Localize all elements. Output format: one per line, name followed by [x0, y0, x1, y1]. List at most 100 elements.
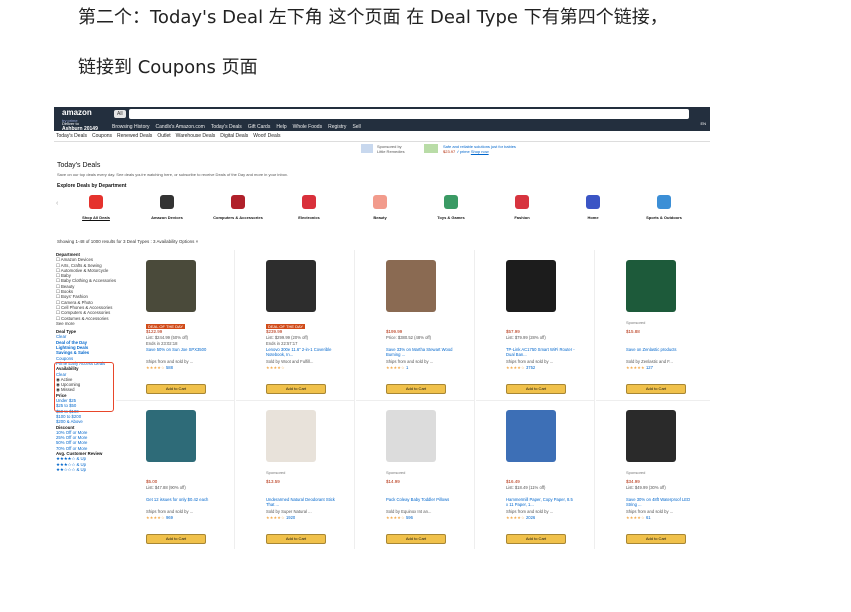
- product-title[interactable]: Save 33% on Martha Stewart Wood Burning …: [386, 347, 456, 357]
- department-icon: [657, 195, 671, 209]
- product-image[interactable]: [266, 410, 316, 462]
- department-tile[interactable]: Computers & Accessories: [208, 193, 268, 220]
- add-to-cart-button[interactable]: Add to Cart: [266, 534, 326, 544]
- review-count[interactable]: 2026: [526, 515, 535, 520]
- nav-link[interactable]: Browsing History: [112, 124, 150, 130]
- sponsored-banner[interactable]: Sponsored by Little Remedies Safe and rel…: [54, 142, 710, 156]
- product-image[interactable]: [266, 260, 316, 312]
- product-image[interactable]: [146, 410, 196, 462]
- product-image[interactable]: [506, 260, 556, 312]
- list-price: List: $79.99 (28% off): [506, 335, 546, 340]
- department-label: Home: [587, 215, 599, 220]
- rating-stars: ★★★★☆ 61: [626, 515, 651, 520]
- review-count[interactable]: 127: [646, 365, 653, 370]
- product-card[interactable]: $199.99 Price: $380.52 (48% off) Save 33% …: [356, 250, 475, 401]
- filter-option[interactable]: ★★☆☆☆ & Up: [56, 467, 116, 472]
- department-icon: [231, 195, 245, 209]
- product-title[interactable]: Get 12 issues for only $0.42 each: [146, 497, 216, 502]
- product-price: $57.99: [506, 329, 520, 334]
- department-tile[interactable]: Toys & Games: [421, 193, 481, 220]
- review-count[interactable]: 588: [166, 365, 173, 370]
- product-image[interactable]: [626, 260, 676, 312]
- add-to-cart-button[interactable]: Add to Cart: [506, 384, 566, 394]
- product-image[interactable]: [386, 410, 436, 462]
- chevron-left-icon[interactable]: ‹: [56, 200, 58, 207]
- deal-timer: Ends in 23:02:18: [146, 341, 178, 346]
- add-to-cart-button[interactable]: Add to Cart: [146, 384, 206, 394]
- rating-stars: ★★★★☆ 596: [386, 515, 413, 520]
- product-price: $15.88: [626, 329, 640, 334]
- product-card[interactable]: $16.49 List: $18.49 (11% off) Hammermill P…: [476, 400, 595, 549]
- add-to-cart-button[interactable]: Add to Cart: [266, 384, 326, 394]
- product-title[interactable]: Save 50% on Sun Joe SPX3500: [146, 347, 216, 352]
- nav-link[interactable]: Candlx's Amazon.com: [156, 124, 205, 130]
- product-title[interactable]: Hammermill Paper, Copy Paper, 8.5 x 11 P…: [506, 497, 576, 507]
- department-tile[interactable]: Shop All Deals: [66, 193, 126, 220]
- product-image[interactable]: [386, 260, 436, 312]
- subnav-link[interactable]: Coupons: [92, 133, 112, 139]
- language-selector[interactable]: EN: [700, 121, 706, 126]
- nav-link[interactable]: Whole Foods: [293, 124, 322, 130]
- product-image[interactable]: [146, 260, 196, 312]
- nav-link[interactable]: Registry: [328, 124, 346, 130]
- department-tile[interactable]: Fashion: [492, 193, 552, 220]
- product-card[interactable]: Sponsored $14.99 Pack Coleay Baby Toddler …: [356, 400, 475, 549]
- product-card[interactable]: DEAL OF THE DAY $122.99 List: $244.99 (50%…: [116, 250, 235, 401]
- nav-link[interactable]: Help: [276, 124, 286, 130]
- add-to-cart-button[interactable]: Add to Cart: [506, 534, 566, 544]
- product-card[interactable]: DEAL OF THE DAY $239.99 List: $299.99 (20%…: [236, 250, 355, 401]
- nav-link[interactable]: Today's Deals: [211, 124, 242, 130]
- product-image[interactable]: [626, 410, 676, 462]
- add-to-cart-button[interactable]: Add to Cart: [386, 384, 446, 394]
- subnav-link[interactable]: Outlet: [157, 133, 170, 139]
- search-input[interactable]: [129, 109, 689, 119]
- product-title[interactable]: Pack Coleay Baby Toddler Pillows: [386, 497, 456, 502]
- product-title[interactable]: Save 30% on 48ft Waterproof LED String .…: [626, 497, 696, 507]
- filter-option[interactable]: ☐ Computers & Accessories: [56, 310, 116, 315]
- search-category-select[interactable]: All: [114, 110, 126, 118]
- department-tile[interactable]: Home: [563, 193, 623, 220]
- subnav-link[interactable]: Renewed Deals: [117, 133, 152, 139]
- review-count[interactable]: 3752: [526, 365, 535, 370]
- product-title[interactable]: Underarmed Natural Deodorant Stick That …: [266, 497, 336, 507]
- add-to-cart-button[interactable]: Add to Cart: [386, 534, 446, 544]
- list-price: List: $299.99 (20% off): [266, 335, 309, 340]
- review-count[interactable]: 1: [406, 365, 408, 370]
- nav-link[interactable]: Sell: [352, 124, 360, 130]
- review-count[interactable]: 61: [646, 515, 651, 520]
- subnav-link[interactable]: Digital Deals: [220, 133, 248, 139]
- product-title[interactable]: Save on Zenlastic products: [626, 347, 696, 352]
- shipping-info: Ships from and sold by ...: [146, 359, 194, 364]
- product-card[interactable]: Sponsored $13.59 Underarmed Natural Deodor…: [236, 400, 355, 549]
- subnav-link[interactable]: Today's Deals: [56, 133, 87, 139]
- department-label: Computers & Accessories: [213, 215, 263, 220]
- shipping-info: Ships from and sold by ...: [386, 359, 434, 364]
- list-price: List: $49.99 (30% off): [626, 485, 666, 490]
- sponsored-label: Sponsored: [266, 470, 286, 475]
- product-card[interactable]: $57.99 List: $79.99 (28% off) TP-Link AC17…: [476, 250, 595, 401]
- add-to-cart-button[interactable]: Add to Cart: [626, 534, 686, 544]
- review-count[interactable]: 1920: [286, 515, 295, 520]
- filter-option[interactable]: ☐ Baby Clothing & Accessories: [56, 278, 116, 283]
- product-title[interactable]: TP-Link AC1750 Smart WiFi Router - Dual …: [506, 347, 576, 357]
- nav-link[interactable]: Gift Cards: [248, 124, 271, 130]
- product-image[interactable]: [506, 410, 556, 462]
- product-card[interactable]: Sponsored $15.88 Save on Zenlastic product…: [596, 250, 710, 401]
- add-to-cart-button[interactable]: Add to Cart: [626, 384, 686, 394]
- product-card[interactable]: $5.00 List: $47.88 (90% off) Get 12 issues…: [116, 400, 235, 549]
- subnav-link[interactable]: Warehouse Deals: [176, 133, 216, 139]
- add-to-cart-button[interactable]: Add to Cart: [146, 534, 206, 544]
- subnav-link[interactable]: Woot! Deals: [253, 133, 280, 139]
- product-title[interactable]: Lenovo 300e 11.6" 2-in-1 Coverible Noteb…: [266, 347, 336, 357]
- deliver-to-location[interactable]: Deliver to Ashburn 20149: [62, 121, 98, 132]
- shop-now-link[interactable]: Shop now: [471, 149, 489, 154]
- department-tile[interactable]: Electronics: [279, 193, 339, 220]
- department-label: Sports & Outdoors: [646, 215, 682, 220]
- review-count[interactable]: 596: [406, 515, 413, 520]
- review-count[interactable]: 969: [166, 515, 173, 520]
- product-price: $13.59: [266, 479, 280, 484]
- product-card[interactable]: Sponsored $34.99 List: $49.99 (30% off) Sav…: [596, 400, 710, 549]
- department-tile[interactable]: Sports & Outdoors: [634, 193, 694, 220]
- department-tile[interactable]: Amazon Devices: [137, 193, 197, 220]
- department-tile[interactable]: Beauty: [350, 193, 410, 220]
